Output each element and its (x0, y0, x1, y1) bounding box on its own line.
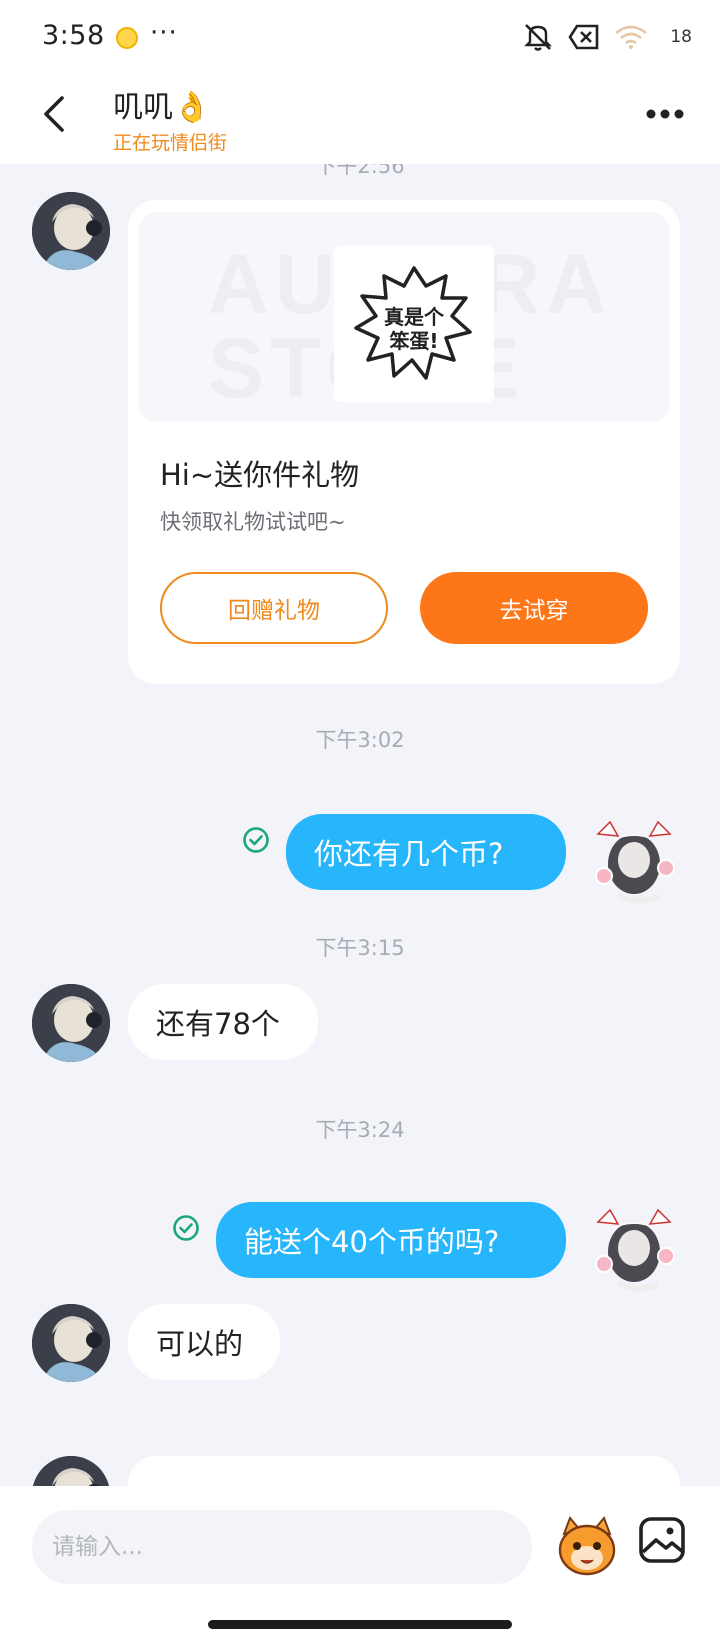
timestamp: 下午3:15 (315, 936, 405, 960)
more-dots-icon[interactable] (646, 108, 684, 120)
status-time: 3:58 (42, 20, 105, 51)
gift-card[interactable]: AURORA STORE 真是个 笨蛋! Hi~送你件礼物 快领取礼物试试吧~ … (128, 200, 680, 684)
status-more: ··· (150, 18, 178, 48)
chat-title-block: 叽叽👌 正在玩情侣街 (113, 82, 227, 155)
try-on-button[interactable]: 去试穿 (420, 572, 648, 644)
timestamp: 下午3:02 (315, 728, 405, 752)
avatar-image (32, 192, 110, 270)
chat-title: 叽叽👌 (113, 90, 211, 125)
avatar-image (32, 1304, 110, 1382)
timestamp-partial: 下午2:56 (315, 164, 405, 178)
avatar-image (32, 984, 110, 1062)
battery-level: 18 (670, 27, 692, 47)
status-right-cluster: 18 (522, 22, 692, 52)
outgoing-message[interactable]: 能送个40个币的吗? (216, 1202, 566, 1278)
sticker-burst-icon: 真是个 笨蛋! (354, 266, 472, 380)
back-button[interactable] (36, 92, 76, 136)
chat-message-list[interactable]: 下午2:56 AURORA STORE 真是个 笨蛋! Hi~送你件礼物 快领取… (0, 164, 720, 1486)
self-avatar[interactable] (588, 814, 680, 906)
self-avatar[interactable] (588, 1202, 680, 1294)
incoming-message[interactable]: 可以的 (128, 1304, 280, 1380)
input-bar (0, 1486, 720, 1640)
self-avatar-image (595, 1208, 675, 1292)
timestamp: 下午3:24 (315, 1118, 405, 1142)
status-bar: 3:58 ··· 18 (0, 0, 720, 72)
chat-header: 叽叽👌 正在玩情侣街 (0, 72, 720, 164)
app-badge-icon (116, 27, 138, 49)
self-avatar-image (595, 820, 675, 904)
partial-card[interactable] (128, 1456, 680, 1486)
gift-title: Hi~送你件礼物 (160, 458, 360, 492)
avatar[interactable] (32, 984, 110, 1062)
chat-status-subtitle[interactable]: 正在玩情侣街 (113, 128, 227, 155)
mascot-emoji-icon[interactable] (552, 1512, 622, 1582)
sticker-text-line1: 真是个 (384, 305, 445, 329)
outgoing-message[interactable]: 你还有几个币? (286, 814, 566, 890)
mute-icon (524, 24, 553, 51)
avatar[interactable] (32, 1456, 110, 1486)
avatar-image (32, 1456, 110, 1486)
message-input[interactable] (32, 1510, 532, 1584)
incoming-message[interactable]: 还有78个 (128, 984, 318, 1060)
gift-description: 快领取礼物试试吧~ (160, 510, 346, 534)
return-gift-button[interactable]: 回赠礼物 (160, 572, 388, 644)
read-check-icon (173, 1215, 199, 1241)
read-check-icon (243, 827, 269, 853)
home-indicator (208, 1620, 512, 1629)
image-picker-icon[interactable] (638, 1516, 686, 1564)
avatar[interactable] (32, 192, 110, 270)
sim-disabled-icon (568, 24, 599, 50)
sticker-text-line2: 笨蛋! (389, 329, 438, 353)
gift-sticker: 真是个 笨蛋! (334, 246, 494, 402)
wifi-icon (615, 25, 648, 49)
gift-banner: AURORA STORE 真是个 笨蛋! (138, 212, 670, 422)
avatar[interactable] (32, 1304, 110, 1382)
